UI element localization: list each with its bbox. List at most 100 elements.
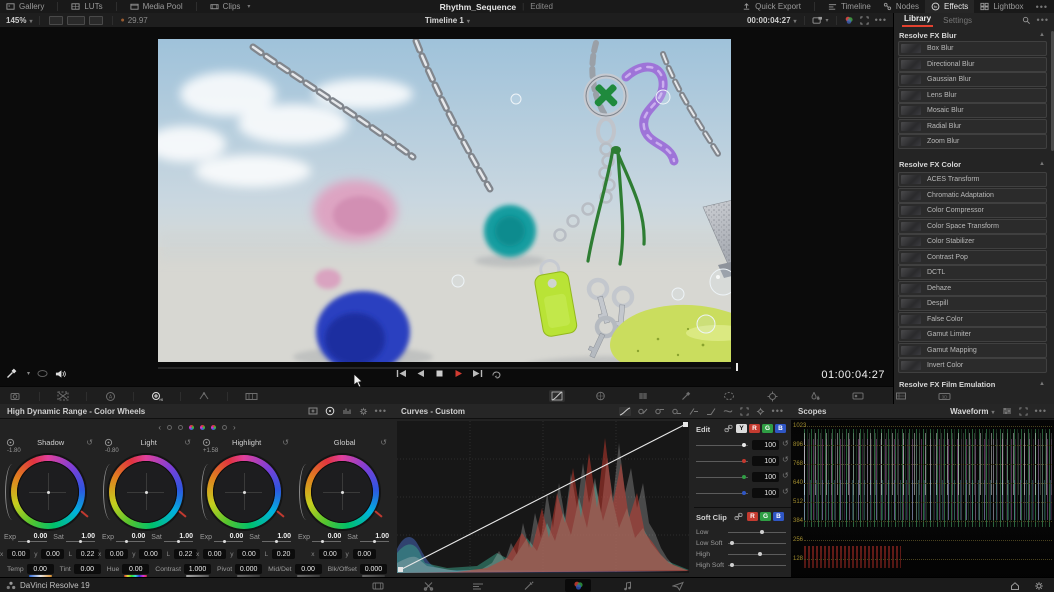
pivot-field[interactable]: Pivot0.000 [217, 564, 262, 574]
library-effect-item[interactable]: Gamut Limiter [898, 327, 1047, 342]
key-palette-icon[interactable] [850, 390, 866, 402]
curve-sat-vs-sat-icon[interactable] [706, 407, 716, 416]
exposure-target-icon[interactable] [6, 438, 15, 447]
section-header-blur[interactable]: Resolve FX Blur▲ [899, 29, 1045, 41]
g-gain-slider[interactable] [696, 477, 748, 478]
quick-export-button[interactable]: Quick Export [736, 0, 807, 13]
exp-slider[interactable]: 0.00 [18, 533, 47, 542]
curves-palette-icon[interactable] [549, 390, 565, 402]
reset-icon[interactable]: ↺ [282, 438, 289, 447]
wheel-mode-icon[interactable] [325, 406, 335, 416]
reset-icon[interactable]: ↺ [782, 471, 789, 480]
x-value[interactable]: 0.00 [203, 549, 226, 559]
sat-slider[interactable]: 1.00 [164, 533, 193, 542]
color-viewer-icon[interactable] [844, 15, 854, 25]
pager-dot[interactable] [222, 425, 227, 430]
hue-field[interactable]: Hue0.00 [107, 564, 149, 574]
library-effect-item[interactable]: DCTL [898, 265, 1047, 280]
y-gain-value[interactable]: 100 [752, 440, 779, 450]
curve-hue-vs-lum-icon[interactable] [672, 407, 682, 416]
color-slice-icon[interactable] [196, 390, 212, 402]
wheel-range-value[interactable]: -1.80 [7, 448, 21, 454]
settings-gear-icon[interactable] [359, 407, 368, 416]
l-value[interactable]: 0.22 [76, 549, 99, 559]
sat-slider[interactable]: 1.00 [360, 533, 389, 542]
library-effect-item[interactable]: Invert Color [898, 358, 1047, 373]
color-match-icon[interactable] [55, 390, 71, 402]
pager-next-icon[interactable]: › [233, 425, 236, 430]
luts-button[interactable]: LUTs [65, 0, 108, 13]
page-edit-button[interactable] [465, 579, 491, 592]
y-value[interactable]: 0.00 [139, 549, 162, 559]
section-header-film-emulation[interactable]: Resolve FX Film Emulation▲ [899, 378, 1045, 390]
curve-hue-vs-sat-icon[interactable] [655, 407, 665, 416]
loop-button[interactable] [490, 368, 503, 379]
l-value[interactable]: 0.22 [174, 549, 197, 559]
hdr-grade-icon[interactable]: HDR [149, 390, 165, 402]
timeline-view-button[interactable]: Timeline [822, 0, 877, 13]
softclip-r-button[interactable]: R [747, 512, 758, 521]
exp-slider[interactable]: 0.00 [214, 533, 243, 542]
b-gain-slider[interactable] [696, 493, 748, 494]
color-warper-icon[interactable] [592, 390, 608, 402]
library-effect-item[interactable]: Despill [898, 296, 1047, 311]
library-effect-item[interactable]: Gaussian Blur [898, 72, 1047, 87]
reset-icon[interactable]: ↺ [782, 455, 789, 464]
contrast-field[interactable]: Contrast1.000 [155, 564, 211, 574]
qualifier-icon[interactable] [635, 390, 651, 402]
lightbox-view-button[interactable]: Lightbox [974, 0, 1029, 13]
exposure-target-icon[interactable] [202, 438, 211, 447]
gang-link-icon[interactable] [734, 512, 743, 521]
go-to-end-button[interactable] [471, 368, 484, 379]
tint-field[interactable]: Tint0.00 [60, 564, 101, 574]
black-offset-field[interactable]: Blk/Offset0.000 [328, 564, 387, 574]
library-overflow-menu[interactable]: ••• [1037, 15, 1049, 25]
channel-b-button[interactable]: B [775, 424, 786, 433]
y-value[interactable]: 0.00 [237, 549, 260, 559]
power-window-icon[interactable] [721, 390, 737, 402]
nodes-view-button[interactable]: Nodes [877, 0, 925, 13]
l-value[interactable]: 0.20 [272, 549, 295, 559]
curve-hue-vs-hue-icon[interactable] [638, 407, 648, 416]
pager-dot[interactable] [178, 425, 183, 430]
channel-y-button[interactable]: Y [736, 424, 747, 433]
reset-icon[interactable]: ↺ [782, 439, 789, 448]
library-effect-item[interactable]: Gamut Mapping [898, 343, 1047, 358]
tracker-icon[interactable] [764, 390, 780, 402]
curve-custom-icon[interactable] [619, 407, 631, 416]
low-soft-slider[interactable] [728, 543, 786, 544]
library-effect-item[interactable]: False Color [898, 312, 1047, 327]
scope-mode-select[interactable]: Waveform▾ [950, 407, 994, 416]
audio-mute-icon[interactable] [55, 369, 66, 379]
curves-graph[interactable] [397, 421, 689, 573]
library-effect-item[interactable]: Color Stabilizer [898, 234, 1047, 249]
sizing-palette-icon[interactable] [893, 390, 909, 402]
highlight-toggle-icon[interactable] [37, 369, 48, 378]
wheel-range-value[interactable]: -0.80 [105, 448, 119, 454]
library-effect-item[interactable]: Zoom Blur [898, 134, 1047, 149]
channel-r-button[interactable]: R [749, 424, 760, 433]
library-effect-item[interactable]: Color Space Transform [898, 219, 1047, 234]
library-effect-item[interactable]: Radial Blur [898, 119, 1047, 134]
r-gain-slider[interactable] [696, 461, 748, 462]
color-wheel[interactable] [11, 455, 85, 529]
library-effect-item[interactable]: Directional Blur [898, 57, 1047, 72]
viewer-playhead[interactable] [736, 363, 738, 371]
viewer-image[interactable] [158, 39, 731, 362]
bars-mode-icon[interactable] [342, 407, 352, 415]
x-value[interactable]: 0.00 [7, 549, 30, 559]
camera-raw-icon[interactable] [8, 390, 24, 402]
project-manager-icon[interactable] [1010, 581, 1020, 591]
pager-dot[interactable] [211, 425, 216, 430]
pager-prev-icon[interactable]: ‹ [158, 425, 161, 430]
timeline-selector[interactable]: Timeline 1▾ [425, 16, 470, 25]
page-color-button[interactable] [565, 579, 591, 592]
gang-link-icon[interactable] [724, 424, 733, 433]
clips-button[interactable]: Clips▾ [204, 0, 257, 13]
gallery-button[interactable]: Gallery [0, 0, 50, 13]
picker-icon[interactable] [678, 390, 694, 402]
project-settings-icon[interactable] [1034, 581, 1044, 591]
viewer-mode-split-icon[interactable] [67, 16, 85, 25]
reset-icon[interactable]: ↺ [184, 438, 191, 447]
search-icon[interactable] [1022, 16, 1031, 25]
